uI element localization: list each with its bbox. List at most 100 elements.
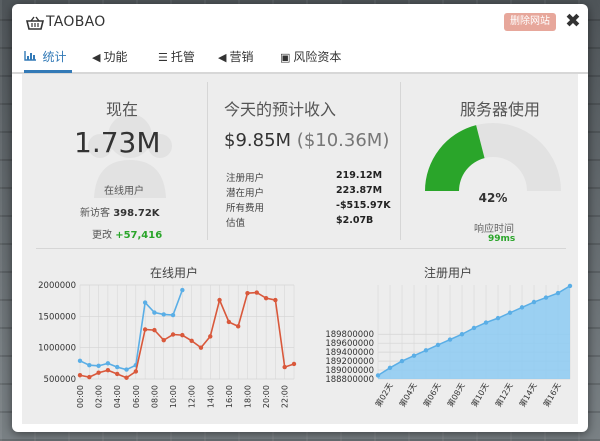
data-point (115, 364, 120, 370)
x-tick-label: 12:00 (188, 385, 197, 408)
data-point (105, 368, 111, 373)
tab-features-label: 功能 (103, 50, 128, 64)
stat-label: 估值 (226, 218, 246, 229)
latency-label: 响应时间 (474, 224, 514, 235)
latency-value: 99ms (488, 234, 516, 244)
data-point (198, 345, 204, 350)
revenue-title: 今天的预计收入 (224, 100, 337, 119)
gauge-percent: 42% (479, 191, 508, 205)
data-point (226, 319, 232, 325)
x-tick-label: 08:00 (150, 385, 159, 408)
remove-site-button[interactable]: 删除网站 (504, 13, 556, 31)
x-tick-label: 02:00 (95, 385, 104, 408)
divider (400, 82, 401, 240)
stat-row: 所有费用 -$515.97K (226, 200, 391, 214)
tab-bar: 统计 ◀ 功能 ☰ 托管 ◀ 营销 ▣ 风险资本 (12, 42, 588, 74)
basket-icon (26, 16, 44, 30)
stats-dialog: TAOBAO 删除网站 ✖ 统计 ◀ 功能 ☰ 托管 ◀ 营销 ▣ 风险资本 现… (12, 4, 588, 432)
y-tick-label: 500000 (44, 375, 76, 385)
x-tick-label: 第12天 (493, 381, 515, 409)
data-point (208, 334, 213, 339)
tab-hosting-label: 托管 (170, 50, 195, 64)
new-visitors-value: 398.72K (113, 208, 160, 219)
data-point (235, 324, 241, 329)
tab-marketing-label: 营销 (229, 50, 254, 64)
data-point (263, 295, 269, 301)
data-point (507, 310, 513, 315)
change-value: +57,416 (115, 230, 163, 241)
server-icon: ☰ (158, 51, 168, 64)
registered-users-chart: 1898000001896000001894000001892000001890… (325, 283, 573, 409)
close-icon[interactable]: ✖ (564, 10, 582, 32)
data-point (495, 315, 501, 321)
y-tick-label: 2000000 (38, 281, 76, 291)
data-point (543, 295, 549, 300)
tab-marketing[interactable]: ◀ 营销 (218, 42, 253, 72)
stat-value: -$515.97K (336, 200, 391, 211)
stat-row: 潜在用户 223.87M (226, 185, 386, 199)
x-tick-label: 第04天 (397, 381, 419, 409)
stat-value: 223.87M (336, 185, 383, 196)
data-point (471, 325, 477, 331)
data-point (411, 353, 417, 358)
data-point (152, 310, 157, 315)
x-tick-label: 00:00 (76, 385, 85, 408)
x-tick-label: 第14天 (517, 381, 539, 409)
series-line (79, 289, 184, 371)
data-point (387, 365, 393, 371)
tab-stats-label: 统计 (42, 50, 67, 64)
data-point (459, 332, 465, 337)
data-point (180, 332, 185, 338)
change-label: 更改 (92, 230, 112, 241)
x-tick-label: 第02天 (373, 381, 395, 409)
data-point (87, 374, 92, 380)
tab-hosting[interactable]: ☰ 托管 (158, 42, 195, 72)
tab-features[interactable]: ◀ 功能 (92, 42, 127, 72)
x-tick-label: 第06天 (421, 381, 443, 409)
divider (207, 82, 208, 240)
title-bar: TAOBAO 删除网站 ✖ (12, 4, 588, 40)
x-tick-label: 04:00 (113, 385, 122, 408)
data-point (291, 361, 297, 367)
data-point (152, 327, 157, 333)
data-point (77, 373, 83, 378)
data-point (273, 297, 278, 303)
stat-row: 估值 $2.07B (226, 215, 386, 229)
x-tick-label: 18:00 (243, 385, 252, 408)
data-point (245, 290, 250, 296)
stat-row: 注册用户 219.12M (226, 170, 386, 184)
data-point (447, 337, 453, 342)
tab-venture-capital[interactable]: ▣ 风险资本 (280, 42, 341, 72)
data-point (519, 305, 525, 310)
x-tick-label: 20:00 (262, 385, 271, 408)
x-tick-label: 22:00 (281, 385, 290, 408)
data-point (142, 300, 148, 305)
data-point (282, 364, 287, 370)
revenue-amount: $9.85M ($10.36M) (224, 130, 389, 151)
y-tick-label: 1500000 (38, 312, 76, 322)
divider (36, 248, 566, 249)
data-point (124, 367, 129, 372)
data-point (567, 283, 573, 289)
stat-label: 所有费用 (226, 203, 265, 214)
stat-value: 219.12M (336, 170, 383, 181)
tab-stats[interactable]: 统计 (24, 42, 72, 73)
data-point (555, 290, 561, 296)
revenue-total: ($10.36M) (296, 130, 390, 151)
app-title: TAOBAO (46, 14, 106, 30)
server-usage-gauge: 42% (425, 123, 561, 205)
data-point (399, 358, 405, 364)
online-users-label: 在线用户 (104, 186, 144, 197)
new-visitors-label: 新访客 (80, 208, 110, 219)
data-point (531, 299, 537, 305)
tab-venture-label: 风险资本 (293, 50, 342, 64)
x-tick-label: 第16天 (541, 381, 563, 409)
data-point (423, 348, 429, 353)
data-point (435, 342, 441, 348)
money-icon: ▣ (280, 51, 291, 64)
data-point (96, 363, 101, 369)
data-point (87, 363, 92, 368)
data-point (115, 371, 120, 377)
revenue-main: $9.85M (224, 130, 292, 151)
data-point (96, 370, 101, 375)
